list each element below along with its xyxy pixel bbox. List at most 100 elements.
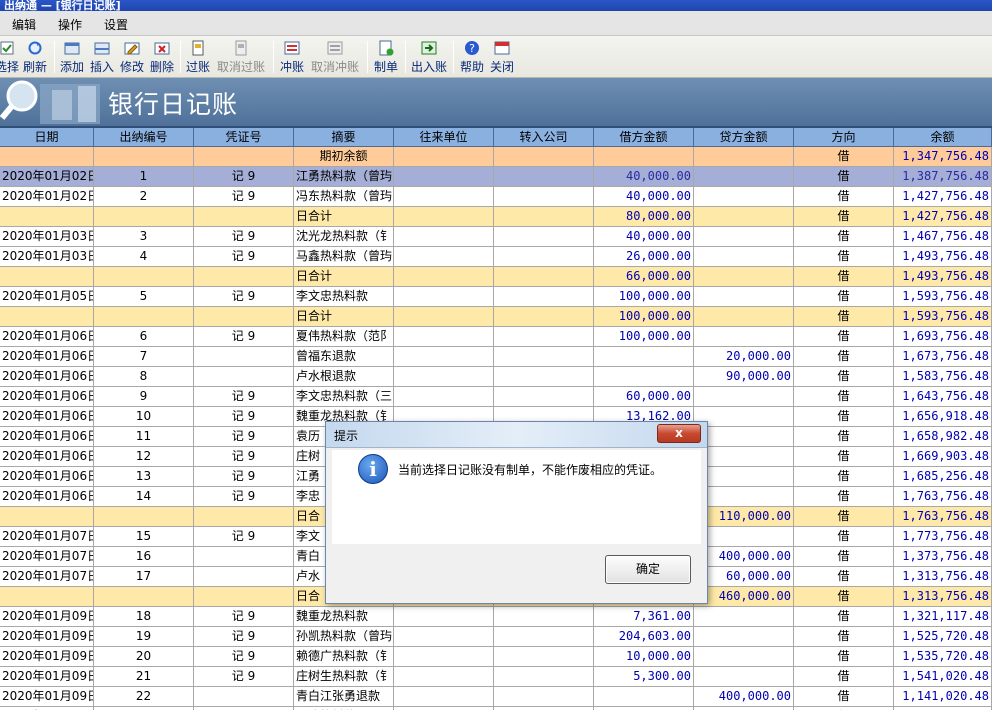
table-row[interactable]: 2020年01月05日 5 记 9 李文忠热料款 100,000.00 借 1,593,75…	[0, 287, 992, 307]
ok-button[interactable]: 确定	[605, 555, 691, 584]
cell-date: 2020年01月06日	[0, 467, 94, 487]
cell-summary: 马鑫热料款（曾玙	[294, 247, 394, 267]
cell-date: 2020年01月07日	[0, 547, 94, 567]
cell-debit: 40,000.00	[594, 167, 694, 187]
help-button[interactable]: ? 帮助	[458, 40, 486, 76]
col-date[interactable]: 日期	[0, 128, 94, 147]
cell-summary: 庄树生热料款（钅	[294, 667, 394, 687]
table-row[interactable]: 2020年01月09日 21 记 9 庄树生热料款（钅 5,300.00 借 1,541,0…	[0, 667, 992, 687]
cell-credit: 460,000.00	[694, 587, 794, 607]
dialog-title-bar: 提示	[326, 422, 707, 448]
table-row[interactable]: 2020年01月09日 20 记 9 赖德广热料款（钅 10,000.00 借 1,535,…	[0, 647, 992, 667]
cell-dir: 借	[794, 467, 894, 487]
cell-balance: 1,427,756.48	[894, 187, 992, 207]
cell-debit	[594, 147, 694, 167]
menu-edit[interactable]: 编辑	[12, 16, 36, 33]
table-row[interactable]: 2020年01月02日 2 记 9 冯东热料款（曾玙 40,000.00 借 1,427,7…	[0, 187, 992, 207]
menu-settings[interactable]: 设置	[104, 16, 128, 33]
cell-credit	[694, 647, 794, 667]
table-row[interactable]: 2020年01月06日 7 曾福东退款 20,000.00 借 1,673,756.48	[0, 347, 992, 367]
table-row[interactable]: 2020年01月06日 6 记 9 夏伟热料款（范阝 100,000.00 借 1,693,…	[0, 327, 992, 347]
table-row[interactable]: 期初余额 借 1,347,756.48	[0, 147, 992, 167]
col-voucher-no[interactable]: 凭证号	[194, 128, 294, 147]
cell-no: 8	[94, 367, 194, 387]
dialog-close-button[interactable]: x	[657, 424, 701, 443]
cell-credit: 20,000.00	[694, 347, 794, 367]
cell-balance: 1,593,756.48	[894, 307, 992, 327]
cell-date: 2020年01月09日	[0, 607, 94, 627]
cell-voucher	[194, 507, 294, 527]
cell-no	[94, 207, 194, 227]
cell-summary: 夏伟热料款（范阝	[294, 327, 394, 347]
delete-button[interactable]: 删除	[148, 40, 176, 76]
col-balance[interactable]: 余额	[894, 128, 992, 147]
cell-credit	[694, 427, 794, 447]
cell-no: 1	[94, 167, 194, 187]
refresh-icon	[28, 41, 42, 55]
menu-operate[interactable]: 操作	[58, 16, 82, 33]
table-row[interactable]: 2020年01月03日 3 记 9 沈光龙热料款（钅 40,000.00 借 1,467,7…	[0, 227, 992, 247]
inout-button[interactable]: 出入账	[410, 40, 448, 76]
col-direction[interactable]: 方向	[794, 128, 894, 147]
cell-voucher	[194, 687, 294, 707]
col-transfer-company[interactable]: 转入公司	[494, 128, 594, 147]
col-party[interactable]: 往来单位	[394, 128, 494, 147]
cell-balance: 1,313,756.48	[894, 587, 992, 607]
table-row[interactable]: 2020年01月09日 18 记 9 魏重龙热料款 7,361.00 借 1,321,117…	[0, 607, 992, 627]
table-row[interactable]: 日合计 100,000.00 借 1,593,756.48	[0, 307, 992, 327]
unpost-button[interactable]: 取消过账	[216, 40, 266, 76]
cell-voucher: 记 9	[194, 167, 294, 187]
insert-button[interactable]: 插入	[88, 40, 116, 76]
cell-company	[494, 327, 594, 347]
cell-voucher: 记 9	[194, 387, 294, 407]
unreverse-button[interactable]: 取消冲账	[310, 40, 360, 76]
table-row[interactable]: 2020年01月06日 9 记 9 李文忠热料款（三 60,000.00 借 1,643,7…	[0, 387, 992, 407]
cell-date: 2020年01月06日	[0, 427, 94, 447]
cell-summary: 孙凯热料款（曾玙	[294, 627, 394, 647]
cell-date: 2020年01月06日	[0, 367, 94, 387]
select-button[interactable]: 选择	[0, 40, 20, 76]
table-row[interactable]: 2020年01月02日 1 记 9 江勇热料款（曾玙 40,000.00 借 1,387,7…	[0, 167, 992, 187]
cell-date: 2020年01月07日	[0, 567, 94, 587]
cell-voucher	[194, 347, 294, 367]
table-row[interactable]: 日合计 80,000.00 借 1,427,756.48	[0, 207, 992, 227]
cell-party	[394, 667, 494, 687]
cell-credit	[694, 447, 794, 467]
cell-company	[494, 627, 594, 647]
close-button[interactable]: 关闭	[488, 40, 516, 76]
voucher-icon	[379, 40, 394, 56]
col-cashier-no[interactable]: 出纳编号	[94, 128, 194, 147]
cell-summary: 日合计	[294, 307, 394, 327]
cell-date: 2020年01月05日	[0, 287, 94, 307]
table-row[interactable]: 2020年01月03日 4 记 9 马鑫热料款（曾玙 26,000.00 借 1,493,7…	[0, 247, 992, 267]
toolbar-separator	[180, 41, 181, 73]
cell-voucher: 记 9	[194, 427, 294, 447]
cell-party	[394, 627, 494, 647]
cell-dir: 借	[794, 567, 894, 587]
toolbar-separator	[273, 41, 274, 73]
cell-company	[494, 247, 594, 267]
cell-voucher: 记 9	[194, 407, 294, 427]
refresh-button[interactable]: 刷新	[22, 40, 48, 76]
table-row[interactable]: 2020年01月09日 22 青白江张勇退款 400,000.00 借 1,141,020…	[0, 687, 992, 707]
table-row[interactable]: 2020年01月06日 8 卢水根退款 90,000.00 借 1,583,756.48	[0, 367, 992, 387]
cell-summary: 沈光龙热料款（钅	[294, 227, 394, 247]
table-row[interactable]: 日合计 66,000.00 借 1,493,756.48	[0, 267, 992, 287]
reverse-button[interactable]: 冲账	[278, 40, 306, 76]
voucher-button[interactable]: 制单	[372, 40, 400, 76]
col-debit[interactable]: 借方金额	[594, 128, 694, 147]
post-button[interactable]: 过账	[184, 40, 212, 76]
col-credit[interactable]: 贷方金额	[694, 128, 794, 147]
reverse-icon	[284, 41, 300, 55]
add-button[interactable]: 添加	[58, 40, 86, 76]
col-summary[interactable]: 摘要	[294, 128, 394, 147]
edit-button[interactable]: 修改	[118, 40, 146, 76]
cell-summary: 日合计	[294, 207, 394, 227]
cell-company	[494, 367, 594, 387]
cell-date: 2020年01月02日	[0, 187, 94, 207]
cell-balance: 1,658,982.48	[894, 427, 992, 447]
cell-dir: 借	[794, 247, 894, 267]
table-row[interactable]: 2020年01月09日 19 记 9 孙凯热料款（曾玙 204,603.00 借 1,525…	[0, 627, 992, 647]
cell-credit: 110,000.00	[694, 507, 794, 527]
cell-voucher: 记 9	[194, 247, 294, 267]
